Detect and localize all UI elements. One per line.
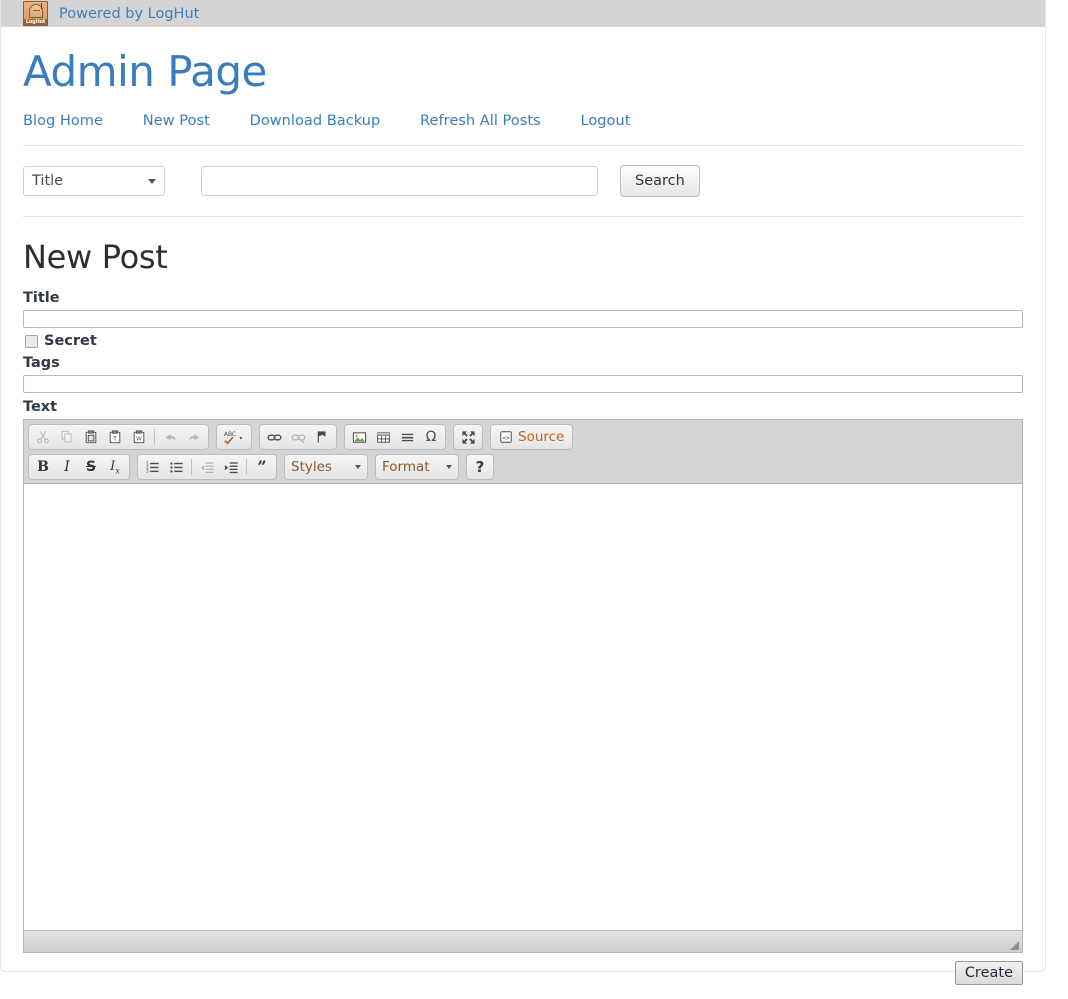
svg-text:3: 3 [145,468,148,474]
image-icon[interactable] [347,426,371,448]
editor-footer [24,930,1022,952]
copy-icon[interactable] [55,426,79,448]
paste-icon[interactable] [79,426,103,448]
page-title: Admin Page [23,49,1023,95]
rich-text-editor: T W [23,419,1023,953]
redo-icon[interactable] [182,426,206,448]
link-icon[interactable] [262,426,286,448]
svg-text:W: W [136,437,142,443]
basic-styles-button-group: B I S Ix [28,454,130,480]
horizontal-rule-icon[interactable] [395,426,419,448]
anchor-icon[interactable] [310,426,334,448]
svg-text:T: T [112,436,117,443]
numbered-list-icon[interactable]: 123 [140,456,164,478]
format-dropdown[interactable]: Format [375,454,459,480]
cut-icon[interactable] [31,426,55,448]
unlink-icon[interactable] [286,426,310,448]
paragraph-button-group: 123 ” [137,454,277,480]
editor-toolbar-row-2: B I S Ix 123 [28,454,1018,480]
toolbar-separator [191,459,192,475]
remove-format-icon[interactable]: Ix [103,456,127,478]
undo-icon[interactable] [158,426,182,448]
strikethrough-icon[interactable]: S [79,456,103,478]
chevron-down-icon [446,465,452,469]
text-label: Text [23,399,1023,415]
nav-link-new-post[interactable]: New Post [143,112,210,129]
chevron-down-icon [148,179,156,184]
styles-dropdown[interactable]: Styles [284,454,368,480]
chevron-down-icon [355,465,361,469]
secret-checkbox[interactable] [25,335,38,348]
bulleted-list-icon[interactable] [164,456,188,478]
content-area: Admin Page Blog Home New Post Download B… [1,49,1045,999]
nav-link-refresh-all-posts[interactable]: Refresh All Posts [420,112,541,129]
hut-pole [41,3,42,9]
loghut-logo-icon[interactable]: LogHut [23,1,48,26]
create-button[interactable]: Create [955,961,1023,985]
title-label: Title [23,290,1023,306]
secret-label: Secret [44,333,97,349]
spellcheck-icon[interactable]: ABC [219,426,249,448]
toolbar-separator [154,429,155,445]
resize-grip-handle[interactable] [1010,941,1019,950]
link-button-group [259,424,337,450]
main-nav: Blog Home New Post Download Backup Refre… [23,111,1023,146]
format-dropdown-label: Format [382,459,430,475]
paste-as-text-icon[interactable]: T [103,426,127,448]
secret-row: Secret [23,333,1023,349]
styles-dropdown-label: Styles [291,459,332,475]
bold-icon[interactable]: B [31,456,55,478]
page-container: LogHut Powered by LogHut Admin Page Blog… [0,0,1046,972]
tags-label: Tags [23,355,1023,371]
paste-from-word-icon[interactable]: W [127,426,151,448]
nav-link-download-backup[interactable]: Download Backup [250,112,381,129]
blockquote-icon[interactable]: ” [250,456,274,478]
editor-toolbar-row-1: T W [28,424,1018,450]
nav-link-blog-home[interactable]: Blog Home [23,112,103,129]
italic-icon[interactable]: I [55,456,79,478]
search-scope-select[interactable]: Title [23,166,165,196]
search-row: Title Search [23,146,1023,217]
editor-toolbar: T W [24,420,1022,484]
create-row: Create [23,961,1023,999]
powered-by-label: Powered by LogHut [59,6,199,22]
search-scope-value: Title [32,173,63,189]
search-input[interactable] [201,166,598,196]
about-button[interactable]: ? [466,454,494,480]
svg-text:<>: <> [502,435,510,442]
toolbar-separator [246,459,247,475]
outdent-icon[interactable] [195,456,219,478]
special-character-icon[interactable]: Ω [419,426,443,448]
svg-text:ABC: ABC [224,431,236,438]
maximize-button-group [453,424,483,450]
nav-link-logout[interactable]: Logout [580,112,630,129]
powered-by-bar: LogHut Powered by LogHut [1,0,1045,27]
search-button[interactable]: Search [620,165,700,197]
indent-icon[interactable] [219,456,243,478]
source-button-label: Source [518,429,564,445]
spellcheck-button-group: ABC [216,424,252,450]
source-button[interactable]: <> Source [490,424,573,450]
clipboard-button-group: T W [28,424,209,450]
table-icon[interactable] [371,426,395,448]
tags-input[interactable] [23,375,1023,393]
form-heading: New Post [23,238,1023,276]
maximize-icon[interactable] [456,426,480,448]
editor-content-area[interactable] [24,484,1022,930]
insert-button-group: Ω [344,424,446,450]
title-input[interactable] [23,310,1023,328]
logo-wordmark: LogHut [24,19,47,25]
